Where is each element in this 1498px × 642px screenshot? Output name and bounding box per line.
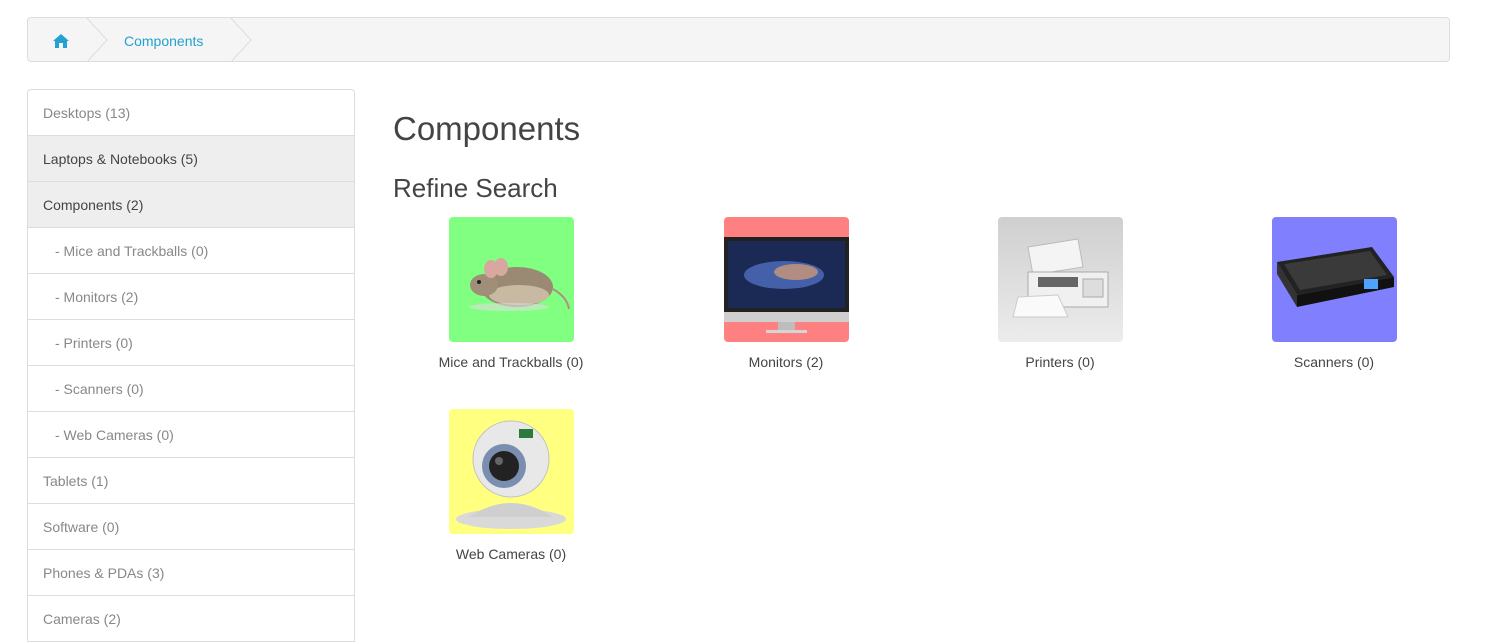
sidebar-item-laptops[interactable]: Laptops & Notebooks (5) bbox=[28, 136, 354, 182]
sidebar-item-phones[interactable]: Phones & PDAs (3) bbox=[28, 550, 354, 596]
category-label-scanners[interactable]: Scanners (0) bbox=[1234, 354, 1434, 370]
category-card-monitors[interactable]: Monitors (2) bbox=[686, 217, 886, 370]
sidebar-item-software[interactable]: Software (0) bbox=[28, 504, 354, 550]
refine-search-heading: Refine Search bbox=[393, 173, 558, 203]
category-label-monitors[interactable]: Monitors (2) bbox=[686, 354, 886, 370]
category-card-printers[interactable]: Printers (0) bbox=[960, 217, 1160, 370]
sidebar-item-web-cameras[interactable]: - Web Cameras (0) bbox=[28, 412, 354, 458]
webcam-image[interactable] bbox=[448, 409, 574, 534]
category-card-scanners[interactable]: Scanners (0) bbox=[1234, 217, 1434, 370]
sidebar-item-components[interactable]: Components (2) bbox=[28, 182, 354, 228]
category-sidebar: Desktops (13) Laptops & Notebooks (5) Co… bbox=[27, 89, 355, 642]
sidebar-item-scanners[interactable]: - Scanners (0) bbox=[28, 366, 354, 412]
breadcrumb-separator bbox=[230, 18, 252, 61]
breadcrumb-home[interactable] bbox=[52, 18, 72, 61]
sidebar-item-cameras[interactable]: Cameras (2) bbox=[28, 596, 354, 642]
category-card-web-cameras[interactable]: Web Cameras (0) bbox=[411, 409, 611, 562]
printer-image[interactable] bbox=[997, 217, 1123, 342]
category-card-mice[interactable]: Mice and Trackballs (0) bbox=[411, 217, 611, 370]
home-icon bbox=[53, 33, 69, 48]
sidebar-item-mice[interactable]: - Mice and Trackballs (0) bbox=[28, 228, 354, 274]
sidebar-item-monitors[interactable]: - Monitors (2) bbox=[28, 274, 354, 320]
sidebar-item-tablets[interactable]: Tablets (1) bbox=[28, 458, 354, 504]
breadcrumb-components[interactable]: Components bbox=[124, 18, 203, 61]
page-title: Components bbox=[393, 110, 581, 147]
breadcrumb: Components bbox=[27, 17, 1450, 62]
scanner-image[interactable] bbox=[1271, 217, 1397, 342]
category-label-printers[interactable]: Printers (0) bbox=[960, 354, 1160, 370]
sidebar-item-printers[interactable]: - Printers (0) bbox=[28, 320, 354, 366]
category-label-web-cameras[interactable]: Web Cameras (0) bbox=[411, 546, 611, 562]
breadcrumb-separator bbox=[86, 18, 108, 61]
category-label-mice[interactable]: Mice and Trackballs (0) bbox=[411, 354, 611, 370]
mouse-image[interactable] bbox=[448, 217, 574, 342]
sidebar-item-desktops[interactable]: Desktops (13) bbox=[28, 90, 354, 136]
monitor-image[interactable] bbox=[723, 217, 849, 342]
